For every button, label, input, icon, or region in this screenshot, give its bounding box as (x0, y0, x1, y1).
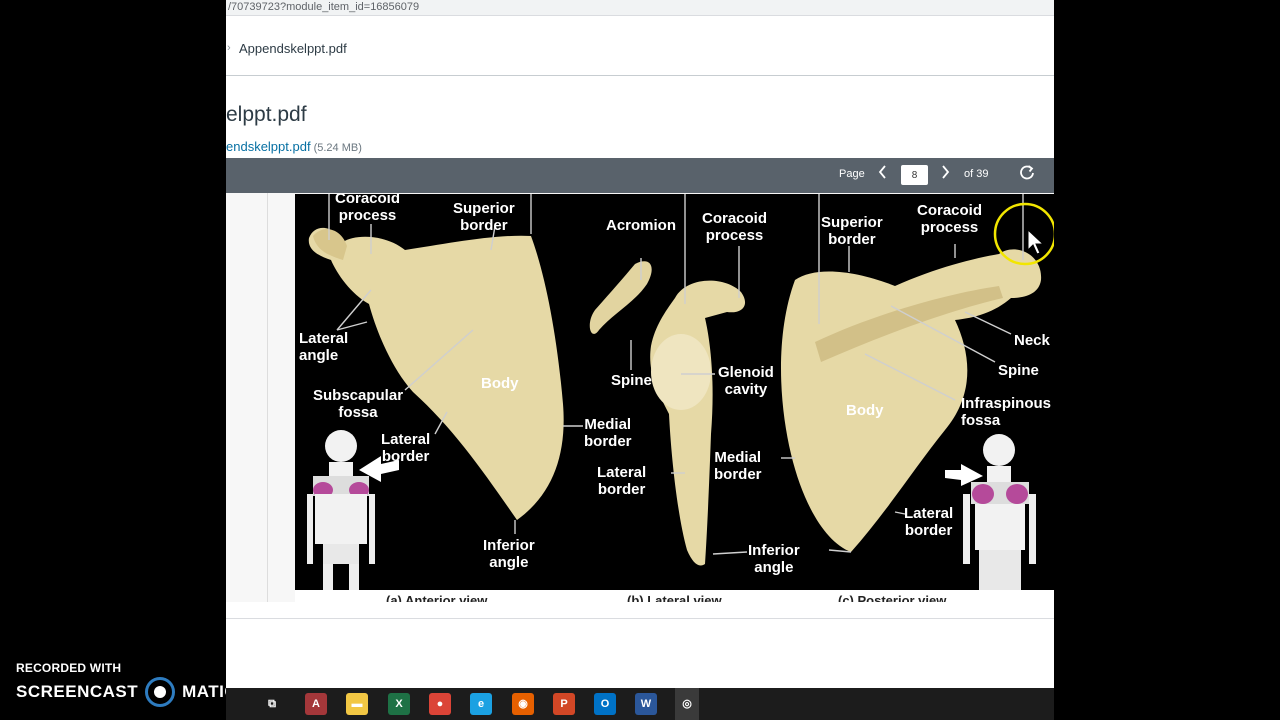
caption-lateral: (b) Lateral view (627, 593, 722, 602)
windows-taskbar: ⧉ A ▬ X ● e ◉ P O W ◎ (226, 688, 1054, 720)
file-explorer-taskbar-icon[interactable]: ▬ (346, 693, 368, 715)
caption-anterior: (a) Anterior view (386, 593, 488, 602)
file-size: (5.24 MB) (313, 142, 362, 154)
label-glenoid-cavity: Glenoid cavity (718, 364, 774, 398)
mouse-pointer-icon (1027, 228, 1045, 255)
record-dot-icon (145, 677, 176, 707)
figure-captions: (a) Anterior view (b) Lateral view (c) P… (295, 590, 1054, 602)
divider (226, 618, 1054, 619)
access-taskbar-icon[interactable]: A (305, 693, 327, 715)
page-number-input[interactable] (901, 165, 928, 185)
breadcrumb-current[interactable]: Appendskelppt.pdf (239, 41, 347, 56)
label-posterior-lateral-border: Lateral border (904, 505, 954, 539)
file-download-link[interactable]: endskelppt.pdf (226, 139, 311, 154)
label-neck: Neck (1014, 332, 1050, 349)
label-anterior-lateral-border: Lateral border (381, 431, 431, 465)
label-lateral-angle: Lateral angle (299, 330, 349, 364)
breadcrumb: › Appendskelppt.pdf (226, 20, 1054, 76)
pdf-page: Coracoid process Superior border Lateral… (295, 194, 1054, 590)
url-text: /70739723?module_item_id=16856079 (228, 1, 420, 13)
glenoid-cavity-shape (651, 334, 711, 410)
chevron-left-icon[interactable] (873, 164, 893, 186)
label-acromion: Acromion (606, 217, 677, 234)
outlook-taskbar-icon[interactable]: O (594, 693, 616, 715)
breadcrumb-separator: › (227, 42, 231, 54)
label-posterior-medial-border: Medial border (714, 449, 762, 483)
firefox-taskbar-icon[interactable]: ◉ (512, 693, 534, 715)
label-lateral-lateral-border: Lateral border (597, 464, 647, 498)
label-anterior-body: Body (481, 375, 519, 392)
excel-taskbar-icon[interactable]: X (388, 693, 410, 715)
screencast-o-matic-logo: SCREENCAST MATIC (16, 677, 237, 707)
label-posterior-spine: Spine (998, 362, 1039, 379)
word-taskbar-icon[interactable]: W (635, 693, 657, 715)
label-infraspinous-fossa: Infraspinous fossa (961, 395, 1052, 429)
label-subscapular-fossa: Subscapular fossa (313, 387, 404, 421)
file-download-row: endskelppt.pdf (5.24 MB) (226, 139, 362, 154)
caption-posterior: (c) Posterior view (838, 593, 947, 602)
internet-explorer-taskbar-icon[interactable]: e (470, 693, 492, 715)
label-lateral-spine: Spine (611, 372, 652, 389)
browser-viewport: /70739723?module_item_id=16856079 › Appe… (226, 0, 1054, 688)
recorded-with-label: RECORDED WITH (16, 661, 122, 675)
address-bar[interactable]: /70739723?module_item_id=16856079 (226, 0, 1054, 16)
rotate-icon[interactable] (1016, 163, 1038, 187)
label-lateral-medial-border: Medial border (584, 416, 632, 450)
chevron-right-icon[interactable] (935, 164, 955, 186)
lateral-scapula-shape (650, 280, 746, 566)
label-posterior-superior-border: Superior border (821, 214, 883, 248)
label-posterior-coracoid: Coracoid process (917, 202, 983, 236)
lateral-acromion-shape (589, 261, 652, 334)
chrome-taskbar-icon[interactable]: ● (429, 693, 451, 715)
label-anterior-superior-border: Superior border (453, 200, 515, 234)
posterior-skeleton-figure (945, 434, 1036, 590)
label-lateral-coracoid: Coracoid process (702, 210, 768, 244)
page-count-label: of 39 (964, 168, 989, 180)
screencast-o-matic-taskbar-icon[interactable]: ◎ (676, 693, 698, 715)
page-title: elppt.pdf (226, 103, 307, 126)
task-view-taskbar-icon[interactable]: ⧉ (261, 693, 283, 715)
pdf-toolbar: Page of 39 (226, 158, 1054, 193)
pdf-page-edge (267, 193, 268, 602)
label-posterior-body: Body (846, 402, 884, 419)
label-lateral-inferior-angle: Inferior angle (748, 542, 800, 576)
label-anterior-inferior-angle: Inferior angle (483, 537, 535, 571)
label-anterior-coracoid: Coracoid process (335, 194, 401, 224)
brand-left: SCREENCAST (16, 682, 139, 701)
page-label: Page (839, 168, 865, 180)
powerpoint-taskbar-icon[interactable]: P (553, 693, 575, 715)
